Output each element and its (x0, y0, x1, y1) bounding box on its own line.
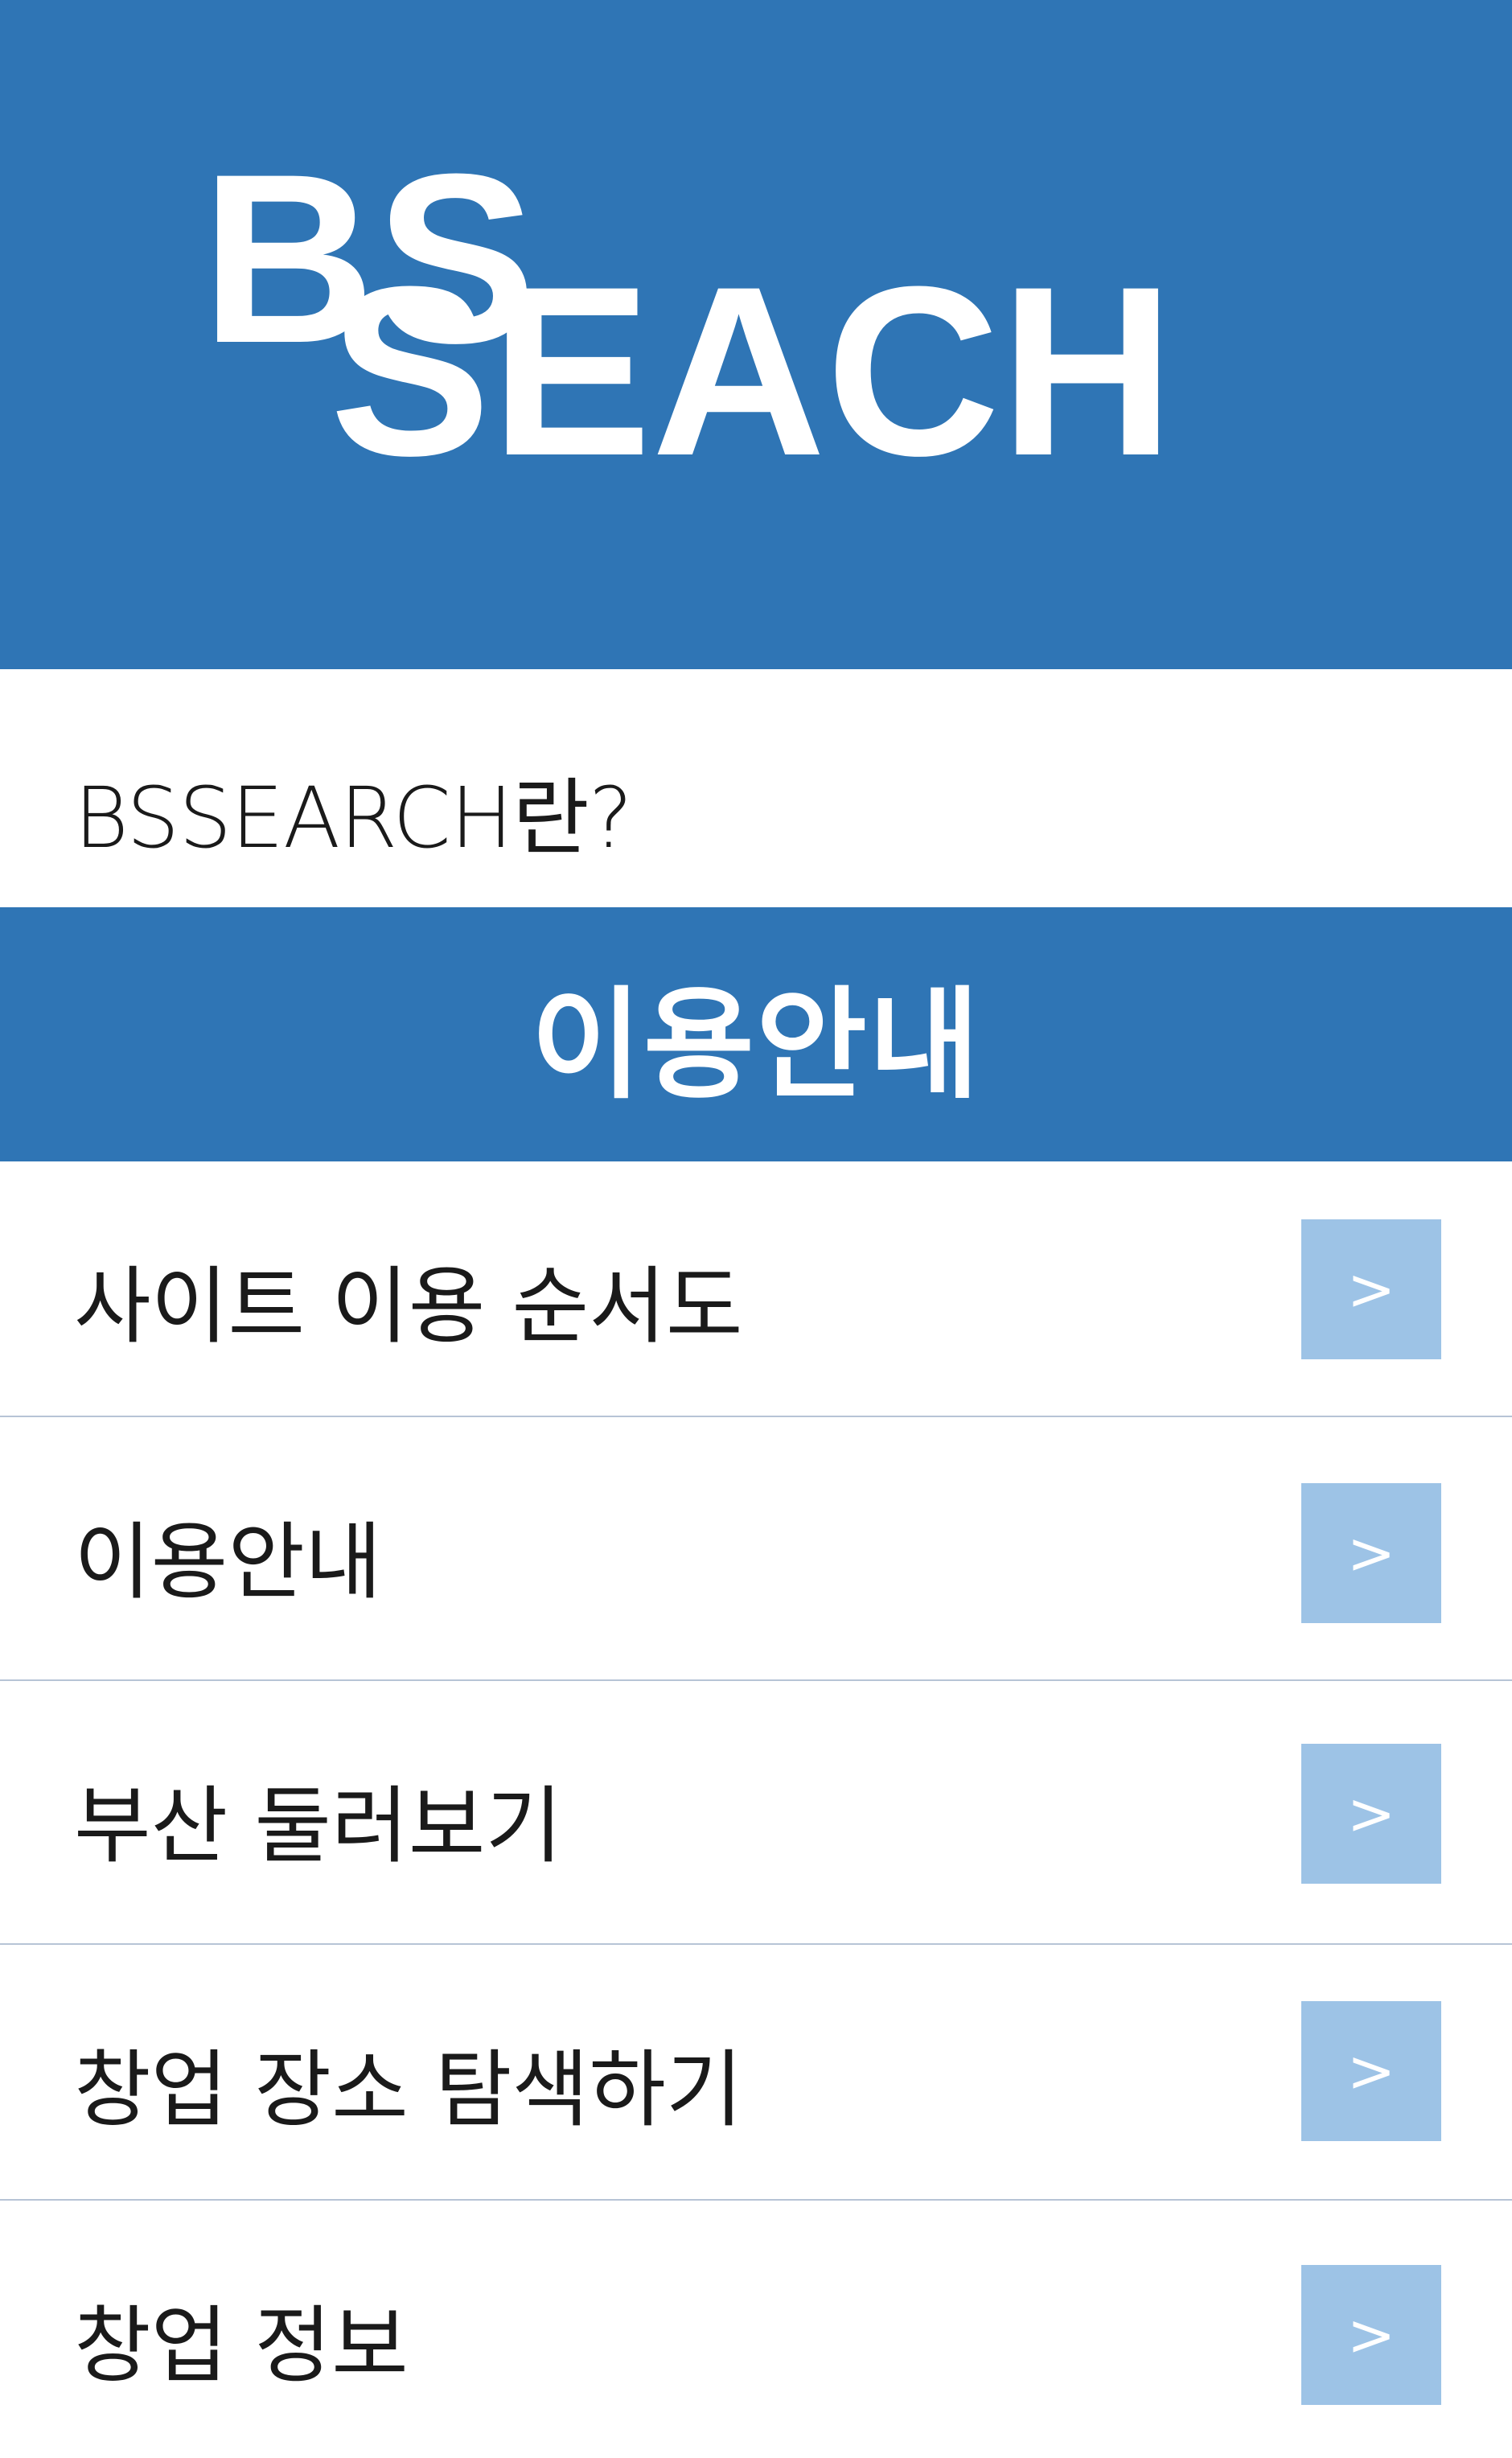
about-label: BSSEARCH란? (74, 769, 633, 867)
about-link[interactable]: BSSEARCH란? (0, 669, 1512, 907)
section-title: 이용안내 (530, 975, 981, 1116)
menu-arrow-button[interactable]: > (1301, 2001, 1441, 2141)
app-page: BS SEACH BSSEARCH란? 이용안내 사이트 이용 순서도 > 이용… (0, 0, 1512, 2458)
menu-arrow-button[interactable]: > (1301, 2265, 1441, 2405)
menu-item-label: 이용안내 (74, 1513, 382, 1611)
menu-item-label: 부산 둘러보기 (74, 1777, 563, 1875)
section-header: 이용안내 (0, 907, 1512, 1161)
chevron-right-icon: > (1346, 1780, 1396, 1848)
menu-item-label: 사이트 이용 순서도 (74, 1257, 743, 1355)
menu-item-usage-guide[interactable]: 이용안내 > (0, 1417, 1512, 1681)
menu-list: 사이트 이용 순서도 > 이용안내 > 부산 둘러보기 > 창업 장소 탐색하기… (0, 1161, 1512, 2458)
chevron-right-icon: > (1346, 2301, 1396, 2369)
menu-arrow-button[interactable]: > (1301, 1744, 1441, 1884)
menu-item-label: 창업 정보 (74, 2296, 409, 2394)
menu-item-busan-tour[interactable]: 부산 둘러보기 > (0, 1681, 1512, 1945)
chevron-right-icon: > (1346, 1519, 1396, 1587)
menu-item-startup-info[interactable]: 창업 정보 > (0, 2201, 1512, 2458)
logo-text-seach: SEACH (330, 236, 1174, 475)
menu-arrow-button[interactable]: > (1301, 1483, 1441, 1623)
menu-item-label: 창업 장소 탐색하기 (74, 2041, 743, 2139)
menu-item-find-location[interactable]: 창업 장소 탐색하기 > (0, 1945, 1512, 2201)
bssearch-logo[interactable]: BS SEACH (201, 153, 1351, 475)
chevron-right-icon: > (1346, 2037, 1396, 2105)
chevron-right-icon: > (1346, 1256, 1396, 1323)
header-banner: BS SEACH (0, 0, 1512, 669)
menu-item-site-flow[interactable]: 사이트 이용 순서도 > (0, 1161, 1512, 1417)
menu-arrow-button[interactable]: > (1301, 1219, 1441, 1359)
